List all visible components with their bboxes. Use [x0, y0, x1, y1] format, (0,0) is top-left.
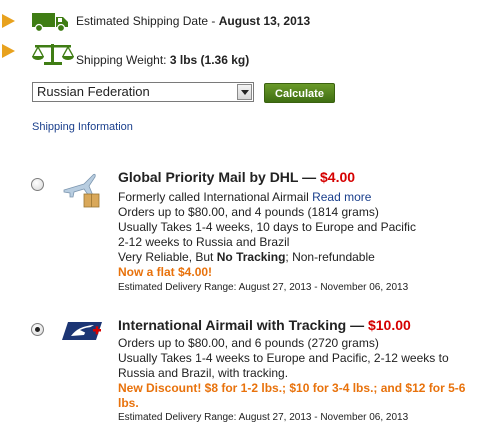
- calculate-button[interactable]: Calculate: [264, 83, 335, 103]
- arrow-icon: [2, 14, 15, 28]
- reliability-bold: No Tracking: [216, 250, 286, 264]
- option-detail-line: 2-12 weeks to Russia and Brazil: [118, 235, 290, 249]
- option-promo: New Discount! $8 for 1-2 lbs.; $10 for 3…: [118, 381, 466, 395]
- option-description-text: Formerly called International Airmail: [118, 190, 309, 204]
- option-promo: Now a flat $4.00!: [118, 265, 213, 279]
- reliability-prefix: Very Reliable, But: [118, 250, 214, 264]
- shipping-date-value: August 13, 2013: [218, 14, 311, 28]
- option-detail-line: Orders up to $80.00, and 6 pounds (2720 …: [118, 336, 379, 350]
- option-title: International Airmail with Tracking — $1…: [118, 317, 411, 333]
- country-select[interactable]: Russian Federation: [32, 82, 254, 102]
- option-name: International Airmail with Tracking: [118, 317, 347, 333]
- shipping-weight: Shipping Weight: 3 lbs (1.36 kg): [76, 53, 249, 67]
- option-promo: lbs.: [118, 396, 139, 410]
- reliability-suffix: ; Non-refundable: [285, 250, 375, 264]
- scale-icon: [31, 40, 75, 71]
- country-select-value: Russian Federation: [37, 84, 150, 99]
- delivery-range: Estimated Delivery Range: August 27, 201…: [118, 412, 409, 423]
- option-title: Global Priority Mail by DHL — $4.00: [118, 169, 356, 185]
- shipping-option-radio[interactable]: [31, 323, 44, 336]
- delivery-range: Estimated Delivery Range: August 27, 201…: [118, 282, 409, 293]
- option-detail-line: Usually Takes 1-4 weeks to Europe and Pa…: [118, 351, 449, 365]
- option-name: Global Priority Mail by DHL: [118, 169, 299, 185]
- shipping-option-radio[interactable]: [31, 178, 44, 191]
- read-more-link[interactable]: Read more: [312, 190, 371, 204]
- option-detail-line: Orders up to $80.00, and 4 pounds (1814 …: [118, 205, 379, 219]
- airplane-box-icon: [60, 172, 104, 215]
- option-detail-line: Russia and Brazil, with tracking.: [118, 366, 289, 380]
- shipping-date-label: Estimated Shipping Date -: [76, 14, 216, 28]
- arrow-icon: [2, 44, 15, 58]
- shipping-weight-value: 3 lbs (1.36 kg): [169, 53, 250, 67]
- shipping-information-link[interactable]: Shipping Information: [32, 121, 133, 133]
- shipping-date: Estimated Shipping Date - August 13, 201…: [76, 14, 310, 28]
- truck-icon: [32, 11, 69, 38]
- usps-eagle-icon: [60, 318, 104, 349]
- chevron-down-icon[interactable]: [237, 84, 252, 100]
- option-description: Formerly called International Airmail Re…: [118, 190, 371, 205]
- option-price: $10.00: [367, 317, 411, 333]
- option-detail-line: Usually Takes 1-4 weeks, 10 days to Euro…: [118, 220, 416, 234]
- shipping-weight-label: Shipping Weight:: [76, 53, 167, 67]
- option-price: $4.00: [320, 169, 356, 185]
- option-reliability: Very Reliable, But No Tracking; Non-refu…: [118, 250, 375, 265]
